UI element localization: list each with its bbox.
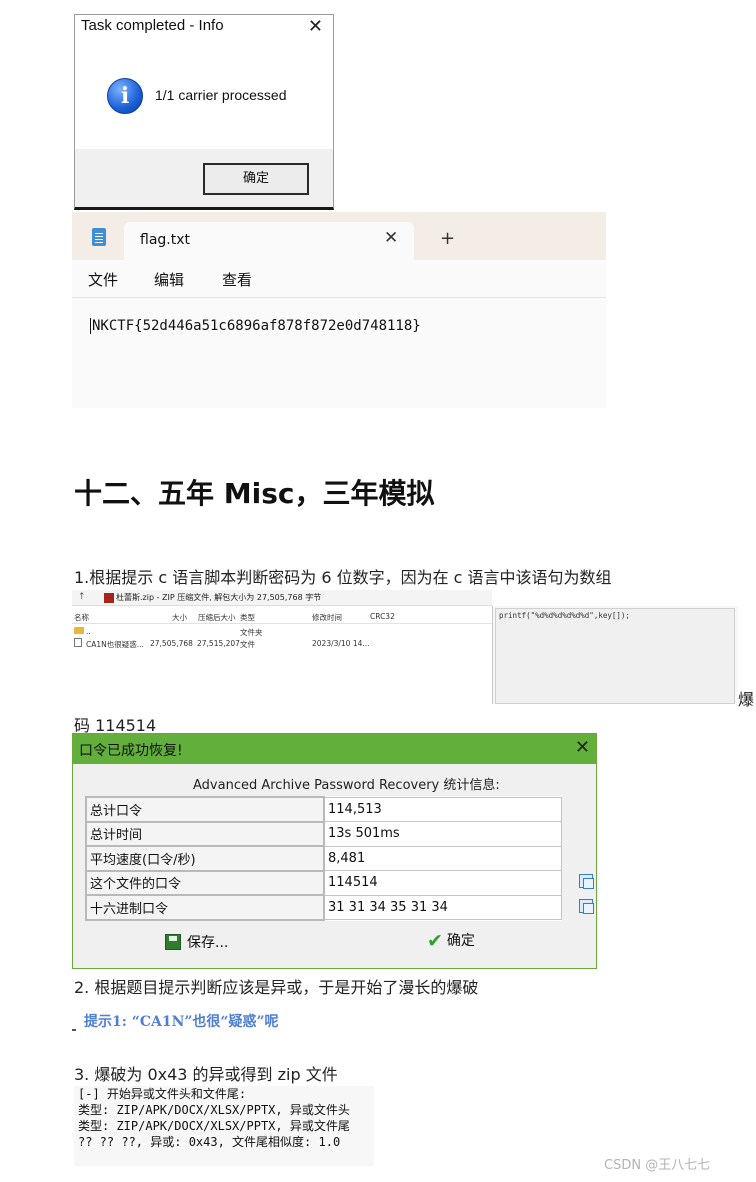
paragraph-1: 1.根据提示 c 语言脚本判断密码为 6 位数字，因为在 c 语言中该语句为数组 (74, 568, 612, 587)
recovery-dialog-titlebar: 口令已成功恢复! ✕ (73, 734, 596, 764)
notepad-tabbar: flag.txt ✕ + (72, 212, 606, 260)
tab-close-icon[interactable]: ✕ (384, 228, 398, 248)
paragraph-1-tail: 爆 (738, 690, 755, 709)
terminal-line: 类型: ZIP/APK/DOCX/XLSX/PPTX, 异或文件尾 (78, 1119, 350, 1133)
stat-value: 8,481 (323, 845, 562, 871)
stat-value: 13s 501ms (323, 821, 562, 847)
archive-header-text: 杜蕾斯.zip - ZIP 压缩文件, 解包大小为 27,505,768 字节 (116, 593, 322, 602)
column-type[interactable]: 类型 (240, 612, 255, 623)
archive-comment[interactable]: printf("%d%d%d%d%d%d",key[]); (495, 608, 735, 704)
floppy-disk-icon (165, 934, 181, 950)
table-row: 十六进制口令 31 31 34 35 31 34 (85, 894, 562, 921)
table-row[interactable]: .. 文件夹 (72, 625, 492, 637)
terminal-line: [-] 开始异或文件头和文件尾: (78, 1087, 247, 1101)
column-packed[interactable]: 压缩后大小 (198, 612, 236, 623)
row-packed: 27,515,207 (197, 639, 240, 648)
notepad-window: flag.txt ✕ + 文件 编辑 查看 NKCTF{52d446a51c68… (72, 212, 606, 408)
notepad-menubar: 文件 编辑 查看 (72, 260, 606, 298)
file-icon (74, 638, 82, 647)
new-tab-icon[interactable]: + (440, 228, 455, 249)
info-dialog-title: Task completed - Info (81, 17, 224, 34)
notepad-content[interactable]: NKCTF{52d446a51c6896af878f872e0d748118} (90, 318, 421, 334)
copy-hex-icon[interactable] (579, 899, 594, 914)
hint-text: 提示1: “CA1N”也很“疑惑”呢 (84, 1014, 279, 1030)
column-name[interactable]: 名称 (74, 612, 89, 623)
save-button[interactable]: 保存... (165, 932, 228, 952)
row-name: .. (86, 627, 91, 636)
recovery-stats-table: 总计口令 114,513 总计时间 13s 501ms 平均速度(口令/秒) 8… (85, 796, 562, 921)
info-icon: i (107, 78, 143, 114)
close-icon[interactable]: ✕ (575, 737, 590, 758)
watermark: CSDN @王八七七 (604, 1158, 711, 1173)
stat-value[interactable]: 114514 (323, 870, 562, 896)
row-type: 文件 (240, 640, 255, 649)
column-crc32[interactable]: CRC32 (370, 612, 395, 621)
info-dialog-titlebar: Task completed - Info ✕ (75, 15, 333, 39)
archive-header: ↑ 杜蕾斯.zip - ZIP 压缩文件, 解包大小为 27,505,768 字… (72, 590, 492, 606)
copy-password-icon[interactable] (579, 874, 594, 889)
archive-column-headers: 名称 大小 压缩后大小 类型 修改时间 CRC32 (72, 610, 492, 624)
terminal-line: 类型: ZIP/APK/DOCX/XLSX/PPTX, 异或文件头 (78, 1103, 350, 1117)
row-name: CA1N也很疑惑... (86, 640, 144, 649)
table-row: 这个文件的口令 114514 (85, 869, 562, 896)
save-label: 保存... (187, 935, 229, 951)
column-size[interactable]: 大小 (172, 612, 187, 623)
row-size: 27,505,768 (150, 639, 193, 648)
tab-label: flag.txt (140, 232, 190, 248)
stat-label: 总计时间 (85, 820, 325, 847)
table-row: 总计口令 114,513 (85, 796, 562, 823)
menu-file[interactable]: 文件 (88, 269, 118, 290)
menu-edit[interactable]: 编辑 (154, 269, 184, 290)
archive-comment-panel: printf("%d%d%d%d%d%d",key[]); (492, 606, 738, 704)
section-heading: 十二、五年 Misc，三年模拟 (74, 477, 435, 510)
archive-window: ↑ 杜蕾斯.zip - ZIP 压缩文件, 解包大小为 27,505,768 字… (72, 590, 738, 704)
tab-flag-txt[interactable]: flag.txt ✕ (124, 222, 414, 260)
folder-icon (74, 627, 84, 634)
stat-label: 总计口令 (85, 796, 325, 823)
recovery-subtitle: Advanced Archive Password Recovery 统计信息: (193, 778, 500, 793)
column-modified[interactable]: 修改时间 (312, 612, 342, 623)
terminal-output: [-] 开始异或文件头和文件尾: 类型: ZIP/APK/DOCX/XLSX/P… (74, 1086, 374, 1166)
info-dialog-message: 1/1 carrier processed (155, 87, 287, 103)
table-row[interactable]: CA1N也很疑惑... 27,505,768 27,515,207 文件 202… (72, 637, 492, 649)
row-modified: 2023/3/10 14... (312, 639, 370, 648)
close-icon[interactable]: ✕ (308, 16, 323, 37)
recovery-dialog: 口令已成功恢复! ✕ Advanced Archive Password Rec… (72, 733, 597, 969)
ok-label: 确定 (446, 933, 475, 949)
divider (72, 1029, 76, 1031)
table-row: 总计时间 13s 501ms (85, 820, 562, 847)
archive-icon (104, 593, 114, 603)
menu-view[interactable]: 查看 (222, 269, 252, 290)
terminal-line: ?? ?? ??, 异或: 0x43, 文件尾相似度: 1.0 (78, 1135, 341, 1149)
recovery-dialog-title: 口令已成功恢复! (79, 743, 183, 759)
stat-label: 十六进制口令 (85, 894, 325, 921)
checkmark-icon: ✔ (427, 930, 443, 952)
ok-button[interactable]: 确定 (203, 163, 309, 195)
info-dialog: Task completed - Info ✕ i 1/1 carrier pr… (74, 14, 334, 210)
table-row: 平均速度(口令/秒) 8,481 (85, 845, 562, 872)
ok-button[interactable]: ✔ 确定 (427, 930, 475, 952)
stat-label: 这个文件的口令 (85, 869, 325, 896)
stat-value[interactable]: 31 31 34 35 31 34 (323, 894, 562, 920)
notepad-app-icon (92, 228, 106, 246)
up-arrow-icon[interactable]: ↑ (78, 592, 86, 602)
stat-value: 114,513 (323, 796, 562, 822)
paragraph-3: 3. 爆破为 0x43 的异或得到 zip 文件 (74, 1065, 338, 1084)
stat-label: 平均速度(口令/秒) (85, 845, 325, 872)
paragraph-2: 2. 根据题目提示判断应该是异或，于是开始了漫长的爆破 (74, 978, 479, 997)
